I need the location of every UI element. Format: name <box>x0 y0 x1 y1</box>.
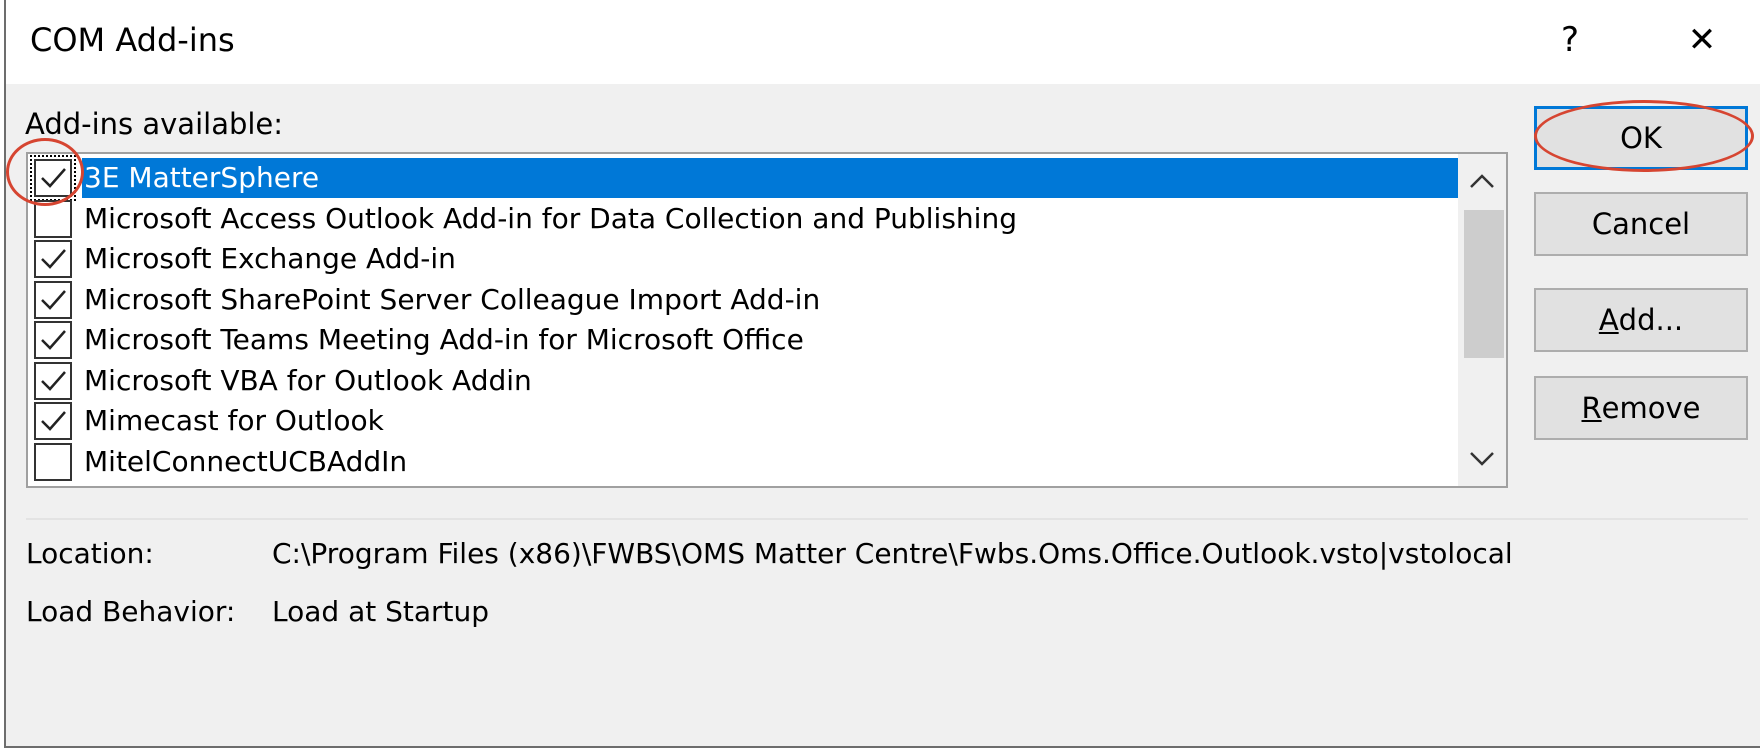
addin-checkbox[interactable] <box>34 199 72 238</box>
load-behavior-label: Load Behavior: <box>26 595 236 628</box>
checkmark-icon <box>41 168 66 188</box>
addin-label: MitelConnectUCBAddIn <box>84 444 408 478</box>
load-behavior-value: Load at Startup <box>272 595 490 628</box>
scroll-up-button[interactable] <box>1458 158 1506 204</box>
list-item[interactable]: Microsoft SharePoint Server Colleague Im… <box>34 280 1458 320</box>
addin-checkbox[interactable] <box>34 402 72 440</box>
add-button[interactable]: Add... <box>1534 288 1748 352</box>
scroll-thumb[interactable] <box>1464 210 1504 358</box>
checkmark-icon <box>41 370 66 391</box>
list-item[interactable]: 3E MatterSphere <box>30 155 1458 201</box>
addins-list: 3E MatterSphere Microsoft Access Outlook … <box>28 154 1458 486</box>
addin-checkbox[interactable] <box>30 155 76 201</box>
close-icon: ✕ <box>1687 20 1717 60</box>
list-item[interactable]: Microsoft Exchange Add-in <box>34 239 1458 279</box>
list-item[interactable]: Microsoft Teams Meeting Add-in for Micro… <box>34 320 1458 360</box>
title-bar: COM Add-ins ? ✕ <box>6 0 1760 84</box>
list-item[interactable]: Microsoft VBA for Outlook Addin <box>34 361 1458 401</box>
vertical-scrollbar[interactable] <box>1458 154 1506 486</box>
checkmark-icon <box>41 411 66 431</box>
ok-button[interactable]: OK <box>1534 106 1748 170</box>
help-button[interactable]: ? <box>1538 10 1602 70</box>
checkmark-icon <box>41 289 66 310</box>
addin-label: Mimecast for Outlook <box>84 404 384 437</box>
scroll-down-button[interactable] <box>1458 436 1506 482</box>
chevron-down-icon <box>1470 452 1494 466</box>
addins-available-label: Add-ins available: <box>25 107 284 141</box>
addin-label: Microsoft Access Outlook Add-in for Data… <box>84 201 1017 235</box>
checkmark-icon <box>41 249 66 269</box>
cancel-button[interactable]: Cancel <box>1534 192 1748 256</box>
addins-listbox[interactable]: 3E MatterSphere Microsoft Access Outlook … <box>26 152 1508 488</box>
help-icon: ? <box>1560 20 1580 60</box>
separator <box>26 518 1748 520</box>
addin-checkbox[interactable] <box>34 240 72 278</box>
location-value: C:\Program Files (x86)\FWBS\OMS Matter C… <box>272 537 1513 570</box>
list-item[interactable]: MitelConnectUCBAddIn <box>34 442 1458 482</box>
checkmark-icon <box>41 330 66 350</box>
addin-checkbox[interactable] <box>34 361 72 400</box>
dialog-title: COM Add-ins <box>30 21 235 59</box>
addin-label: Microsoft Teams Meeting Add-in for Micro… <box>84 323 804 356</box>
addin-checkbox[interactable] <box>34 280 72 319</box>
addin-checkbox[interactable] <box>34 321 72 359</box>
com-addins-dialog: COM Add-ins ? ✕ Add-ins available: 3E Ma… <box>4 0 1760 748</box>
close-button[interactable]: ✕ <box>1670 10 1734 70</box>
remove-button[interactable]: Remove <box>1534 376 1748 440</box>
list-item[interactable]: Mimecast for Outlook <box>34 401 1458 441</box>
addin-checkbox[interactable] <box>34 442 72 481</box>
addin-label: Microsoft SharePoint Server Colleague Im… <box>84 282 821 316</box>
addin-label: Microsoft Exchange Add-in <box>84 242 456 275</box>
addin-label: Microsoft VBA for Outlook Addin <box>84 363 532 397</box>
location-label: Location: <box>26 537 154 570</box>
addin-label: 3E MatterSphere <box>82 158 1458 198</box>
chevron-up-icon <box>1470 174 1494 188</box>
list-item[interactable]: Microsoft Access Outlook Add-in for Data… <box>34 199 1458 239</box>
